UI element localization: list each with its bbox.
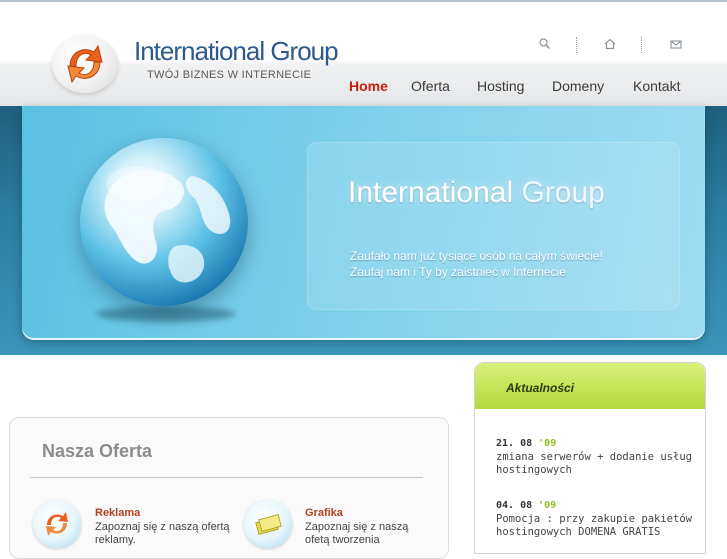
offer-item-desc: ofetą tworzenia [305, 534, 380, 546]
hero-tagline-1: Zaufało nam już tysiące osób na całym św… [350, 249, 603, 263]
nav-kontakt[interactable]: Kontakt [633, 78, 680, 94]
offer-item-desc: Zapoznaj się z naszą [305, 521, 409, 533]
brand-tagline: TWÓJ BIZNES W INTERNECIE [147, 69, 312, 81]
news-title: Aktualności [506, 381, 575, 395]
reklama-icon[interactable] [33, 500, 81, 548]
globe-image [80, 138, 248, 306]
utility-divider [576, 37, 577, 53]
hero-tagline-2: Zaufaj nam i Ty by zaistnieć w Interneci… [350, 265, 566, 279]
news-item-text[interactable]: zmiana serwerów + dodanie usług [496, 451, 692, 463]
grafika-icon[interactable] [244, 500, 292, 548]
news-date-day: 04. 08 [496, 500, 533, 511]
offer-item-desc: reklamy. [95, 534, 136, 546]
refresh-arrows-icon [67, 44, 103, 84]
papers-icon [255, 514, 282, 535]
offer-divider [30, 477, 423, 478]
logo[interactable] [52, 35, 118, 93]
offer-item-desc: Zapoznaj się z naszą ofertą [95, 521, 230, 533]
hero-text-panel [307, 142, 680, 310]
offer-item-name[interactable]: Reklama [95, 507, 140, 519]
news-date-day: 21. 08 [496, 438, 533, 449]
refresh-arrows-icon [46, 512, 68, 536]
hero-title: International Group [348, 176, 605, 210]
mail-icon[interactable] [668, 36, 684, 52]
hero-title-main: International [348, 176, 514, 209]
news-date: 04. 08 '09 [496, 500, 556, 511]
nav-home[interactable]: Home [349, 78, 388, 94]
news-item-text[interactable]: hostingowych DOMENA GRATIS [496, 526, 660, 538]
home-icon[interactable] [602, 36, 618, 52]
offer-item-name[interactable]: Grafika [305, 507, 343, 519]
brand-name[interactable]: International Group [134, 36, 339, 67]
news-date-year: '09 [538, 438, 557, 449]
offer-title: Nasza Oferta [42, 441, 153, 461]
hero-title-accent: Group [521, 176, 605, 209]
news-item-text[interactable]: Pomocja : przy zakupie pakietów [496, 513, 692, 525]
nav-hosting[interactable]: Hosting [477, 78, 524, 94]
nav-domeny[interactable]: Domeny [552, 78, 604, 94]
news-date: 21. 08 '09 [496, 438, 556, 449]
globe-shadow [96, 306, 236, 322]
utility-divider [641, 37, 642, 53]
nav-oferta[interactable]: Oferta [411, 78, 450, 94]
search-icon[interactable] [537, 36, 553, 52]
news-item-text[interactable]: hostingowych [496, 464, 572, 476]
news-date-year: '09 [538, 500, 557, 511]
